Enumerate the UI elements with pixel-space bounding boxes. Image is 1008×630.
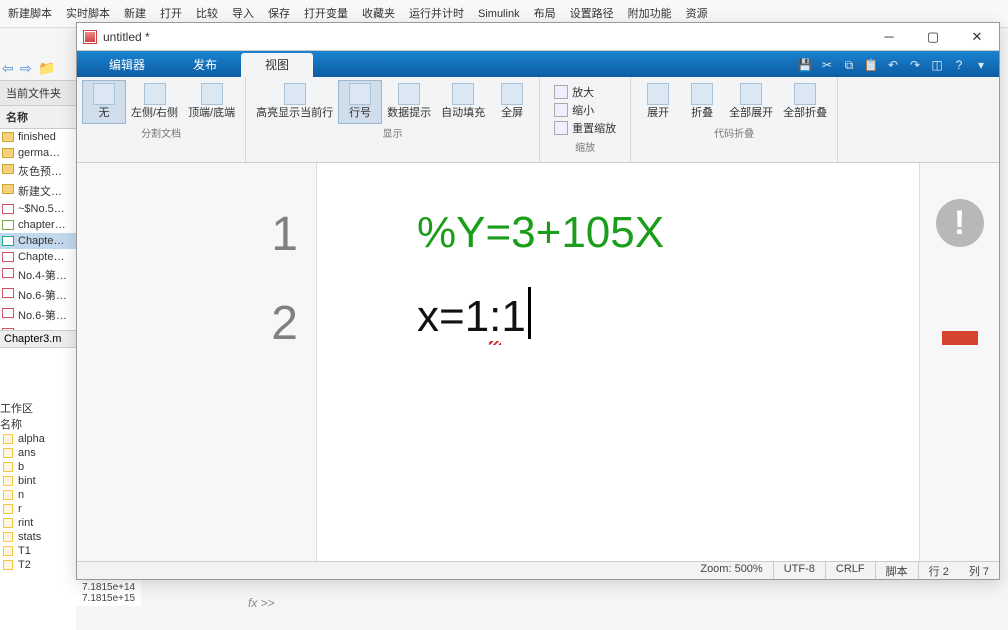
zoom-out[interactable]: 缩小 [548, 101, 622, 119]
tree-item[interactable]: chapter… [0, 217, 76, 233]
back-icon[interactable]: ⇦ [2, 60, 18, 76]
current-folder-title: 当前文件夹 [0, 80, 76, 106]
group-display: 高亮显示当前行 行号 数据提示 自动填充 全屏 显示 [246, 77, 540, 162]
group-split-label: 分割文档 [141, 123, 181, 142]
ws-item[interactable]: stats [0, 530, 76, 544]
ws-name-header[interactable]: 名称 [0, 416, 76, 432]
ws-item[interactable]: T1 [0, 544, 76, 558]
name-column-header[interactable]: 名称 [0, 106, 76, 129]
highlight-line[interactable]: 高亮显示当前行 [252, 81, 337, 123]
command-prompt[interactable]: fx >> [248, 596, 275, 610]
help-icon[interactable]: ? [951, 57, 967, 73]
fold-expand-all[interactable]: 全部展开 [725, 81, 777, 123]
up-icon[interactable]: 📁 [38, 60, 54, 76]
editor-body: 1 2 %Y=3+105X x=1:1 ! [77, 163, 999, 561]
value-preview: 7.1815e+14 7.1815e+15 [76, 580, 141, 606]
fwd-icon[interactable]: ⇨ [20, 60, 36, 76]
split-tb[interactable]: 顶端/底端 [184, 81, 239, 123]
message-bar: ! [919, 163, 999, 561]
split-lr[interactable]: 左侧/右侧 [127, 81, 182, 123]
app-icon [83, 30, 97, 44]
tree-item[interactable]: No.6-第… [0, 305, 76, 325]
ws-item[interactable]: rint [0, 516, 76, 530]
paste-icon[interactable]: 📋 [863, 57, 879, 73]
tree-item[interactable]: No.4-第… [0, 265, 76, 285]
close-button[interactable]: ✕ [955, 23, 999, 51]
status-eol[interactable]: CRLF [826, 562, 876, 579]
dock-icon[interactable]: ◫ [929, 57, 945, 73]
code-area[interactable]: %Y=3+105X x=1:1 [317, 163, 919, 561]
cut-icon[interactable]: ✂ [819, 57, 835, 73]
zoom-in[interactable]: 放大 [548, 83, 622, 101]
tree-item[interactable]: 灰色预… [0, 161, 76, 181]
tab-strip: 编辑器 发布 视图 💾 ✂ ⧉ 📋 ↶ ↷ ◫ ? ▾ [77, 51, 999, 77]
ws-item[interactable]: n [0, 488, 76, 502]
text-cursor [528, 287, 531, 339]
tree-item[interactable]: Chapte… [0, 249, 76, 265]
line-gutter: 1 2 [77, 163, 317, 561]
fold-collapse[interactable]: 折叠 [681, 81, 723, 123]
zoom-reset[interactable]: 重置缩放 [548, 119, 622, 137]
group-display-label: 显示 [383, 123, 403, 142]
minimize-button[interactable]: ─ [867, 23, 911, 51]
tree-item[interactable]: 新建文… [0, 181, 76, 201]
titlebar[interactable]: untitled * ─ ▢ ✕ [77, 23, 999, 51]
tab-view[interactable]: 视图 [241, 53, 313, 77]
ts-newscript[interactable]: 新建脚本 [8, 0, 52, 27]
autofill[interactable]: 自动填充 [437, 81, 489, 123]
status-type: 脚本 [876, 562, 919, 579]
split-none[interactable]: 无 [83, 81, 125, 123]
nav-arrows: ⇦ ⇨ 📁 [2, 60, 54, 76]
status-row: 行 2 [919, 562, 959, 579]
group-zoom-label: 缩放 [575, 137, 595, 156]
menu-icon[interactable]: ▾ [973, 57, 989, 73]
code-line-1: %Y=3+105X [417, 191, 919, 275]
ws-item[interactable]: T2 [0, 558, 76, 572]
ws-item[interactable]: b [0, 460, 76, 474]
ws-item[interactable]: alpha [0, 432, 76, 446]
tree-item[interactable]: ~$No.5… [0, 201, 76, 217]
tab-editor[interactable]: 编辑器 [85, 53, 169, 77]
line-numbers[interactable]: 行号 [339, 81, 381, 123]
file-detail: Chapter3.m [0, 330, 76, 348]
status-zoom[interactable]: Zoom: 500% [690, 562, 773, 579]
ws-item[interactable]: bint [0, 474, 76, 488]
undo-icon[interactable]: ↶ [885, 57, 901, 73]
tree-item[interactable]: Chapte… [0, 233, 76, 249]
editor-window: untitled * ─ ▢ ✕ 编辑器 发布 视图 💾 ✂ ⧉ 📋 ↶ ↷ ◫… [76, 22, 1000, 580]
tab-publish[interactable]: 发布 [169, 53, 241, 77]
line-number: 1 [77, 191, 298, 280]
tree-item[interactable]: finished [0, 129, 76, 145]
ws-item[interactable]: r [0, 502, 76, 516]
warning-indicator-icon[interactable]: ! [936, 199, 984, 247]
fold-collapse-all[interactable]: 全部折叠 [779, 81, 831, 123]
workspace-panel: 工作区 名称 alphaansbbintnrrintstatsT1T2 [0, 400, 76, 620]
workspace-title: 工作区 [0, 400, 76, 416]
save-icon[interactable]: 💾 [797, 57, 813, 73]
group-fold-label: 代码折叠 [714, 123, 754, 142]
window-title: untitled * [103, 30, 867, 44]
line-number: 2 [77, 280, 298, 369]
quick-access: 💾 ✂ ⧉ 📋 ↶ ↷ ◫ ? ▾ [797, 57, 999, 77]
group-fold: 展开 折叠 全部展开 全部折叠 代码折叠 [631, 77, 838, 162]
copy-icon[interactable]: ⧉ [841, 57, 857, 73]
code-line-2: x=1:1 [417, 275, 919, 359]
fullscreen[interactable]: 全屏 [491, 81, 533, 123]
tree-item[interactable]: germa… [0, 145, 76, 161]
statusbar: Zoom: 500% UTF-8 CRLF 脚本 行 2 列 7 [77, 561, 999, 579]
status-col: 列 7 [959, 562, 999, 579]
error-marker[interactable] [942, 331, 978, 345]
ribbon: 无 左侧/右侧 顶端/底端 分割文档 高亮显示当前行 行号 数据提示 自动填充 … [77, 77, 999, 163]
redo-icon[interactable]: ↷ [907, 57, 923, 73]
group-split: 无 左侧/右侧 顶端/底端 分割文档 [77, 77, 246, 162]
group-zoom: 放大 缩小 重置缩放 缩放 [540, 77, 631, 162]
tree-item[interactable]: No.6-第… [0, 285, 76, 305]
ws-item[interactable]: ans [0, 446, 76, 460]
fold-expand[interactable]: 展开 [637, 81, 679, 123]
status-encoding[interactable]: UTF-8 [774, 562, 826, 579]
maximize-button[interactable]: ▢ [911, 23, 955, 51]
data-tips[interactable]: 数据提示 [383, 81, 435, 123]
